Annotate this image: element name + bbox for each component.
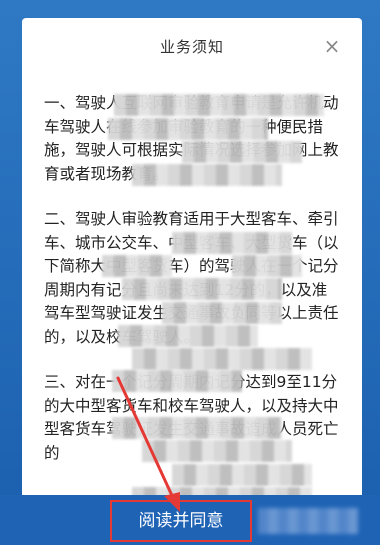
redaction-block [102,255,172,277]
redaction-block [132,164,282,186]
redaction-block [172,464,312,486]
redaction-block [114,94,324,116]
redaction-block [142,440,292,462]
read-and-agree-button[interactable]: 阅读并同意 [110,500,252,542]
dialog-title: 业务须知 [159,38,224,56]
redaction-block [182,141,302,163]
redaction-block [112,417,282,439]
redaction-block [108,118,268,140]
close-icon[interactable]: × [322,36,342,56]
notice-dialog: 业务须知 × 一、驾驶人互联网审验教育申请是允许机动车驾驶人在线参加审验教育的一… [22,18,362,545]
redaction-block [112,370,242,392]
redaction-block [122,278,282,300]
redaction-block [132,348,312,370]
watermark-redaction [258,508,358,534]
redaction-block [172,232,292,254]
redaction-block [162,302,282,324]
redaction-block [232,255,302,277]
redaction-block [118,325,258,347]
